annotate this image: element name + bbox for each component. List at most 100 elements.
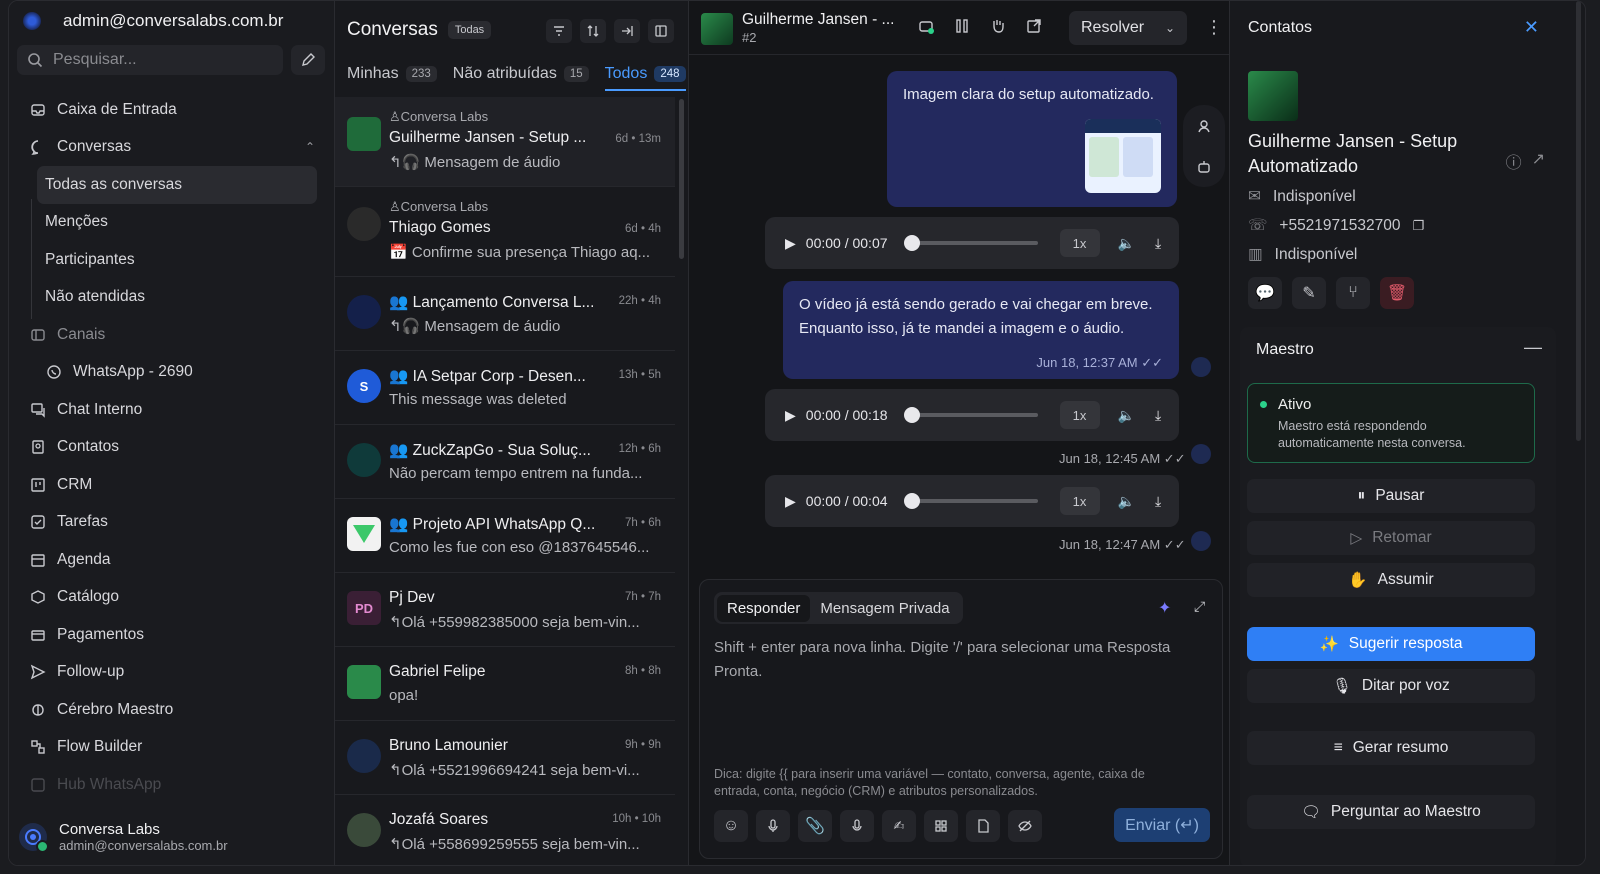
- scrollbar[interactable]: [1576, 1, 1581, 441]
- templates-button[interactable]: [924, 810, 958, 842]
- audio-seek-slider[interactable]: [903, 493, 1038, 509]
- bot-icon[interactable]: [1196, 159, 1212, 175]
- layout-button[interactable]: [648, 19, 674, 43]
- download-icon[interactable]: ⤓: [1155, 235, 1161, 252]
- sidebar-item-catalog[interactable]: Catálogo: [17, 579, 327, 617]
- volume-icon[interactable]: 🔈: [1118, 235, 1135, 252]
- conversation-item[interactable]: S 👥 IA Setpar Corp - Desen... 13h • 5h T…: [335, 351, 675, 425]
- compose-button[interactable]: [291, 45, 325, 75]
- merge-contact-button[interactable]: ⑂: [1336, 277, 1370, 309]
- sidebar-item-inbox[interactable]: Caixa de Entrada: [17, 91, 327, 129]
- edit-contact-button[interactable]: ✎: [1292, 277, 1326, 309]
- volume-icon[interactable]: 🔈: [1118, 493, 1135, 510]
- sidebar-item-hub-whatsapp[interactable]: Hub WhatsApp: [17, 766, 327, 804]
- sort-button[interactable]: [580, 19, 606, 43]
- conversation-item[interactable]: 👥 Lançamento Conversa L... 22h • 4h ↰🎧 M…: [335, 277, 675, 351]
- signature-button[interactable]: ✍: [882, 810, 916, 842]
- tab-unassigned[interactable]: Não atribuídas 15: [453, 65, 589, 91]
- sidebar-item-payments[interactable]: Pagamentos: [17, 616, 327, 654]
- message-input[interactable]: Shift + enter para nova linha. Digite '/…: [714, 636, 1204, 684]
- sidebar-item-calendar[interactable]: Agenda: [17, 541, 327, 579]
- play-icon[interactable]: ▶: [785, 493, 796, 510]
- user-profile[interactable]: Conversa Labs admin@conversalabs.com.br: [19, 821, 228, 853]
- sidebar-item-tasks[interactable]: Tarefas: [17, 504, 327, 542]
- sidebar-item-conversations[interactable]: Conversas ⌃: [17, 129, 327, 167]
- sidebar-item-contacts[interactable]: Contatos: [17, 429, 327, 467]
- attach-button[interactable]: 📎: [798, 810, 832, 842]
- play-icon[interactable]: ▶: [785, 407, 796, 424]
- dictate-button[interactable]: 🎙 Ditar por voz: [1247, 669, 1535, 703]
- conversation-item[interactable]: 👥 ZuckZapGo - Sua Soluç... 12h • 6h Não …: [335, 425, 675, 499]
- playback-speed-button[interactable]: 1x: [1059, 229, 1100, 257]
- more-menu-icon[interactable]: ⋮: [1205, 17, 1223, 38]
- download-icon[interactable]: ⤓: [1155, 493, 1161, 510]
- tab-mine[interactable]: Minhas 233: [347, 65, 437, 91]
- message-contact-button[interactable]: 💬: [1248, 277, 1282, 309]
- sidebar-item-internal-chat[interactable]: Chat Interno: [17, 391, 327, 429]
- user-icon[interactable]: [1196, 118, 1212, 134]
- play-icon[interactable]: ▶: [785, 235, 796, 252]
- hide-button[interactable]: [1008, 810, 1042, 842]
- resolve-button[interactable]: Resolver ⌄: [1069, 11, 1187, 45]
- tab-private-message[interactable]: Mensagem Privada: [810, 595, 959, 622]
- download-icon[interactable]: ⤓: [1155, 407, 1161, 424]
- tab-reply[interactable]: Responder: [717, 594, 811, 622]
- info-icon[interactable]: ⓘ: [1506, 149, 1522, 173]
- conversation-item[interactable]: ♙Conversa Labs Guilherme Jansen - Setup …: [335, 97, 675, 187]
- scrollbar[interactable]: [679, 99, 684, 259]
- sidebar-item-follow-up[interactable]: Follow-up: [17, 654, 327, 692]
- chevron-up-icon[interactable]: ⌃: [305, 140, 315, 154]
- sidebar-item-mentions[interactable]: Menções: [17, 204, 327, 242]
- audio-seek-slider[interactable]: [903, 235, 1038, 251]
- suggest-reply-button[interactable]: ✨ Sugerir resposta: [1247, 627, 1535, 661]
- sidebar-item-participants[interactable]: Participantes: [17, 241, 327, 279]
- collapse-button[interactable]: [614, 19, 640, 43]
- pause-icon[interactable]: [953, 17, 971, 35]
- conversation-item[interactable]: Gabriel Felipe 8h • 8h opa!: [335, 647, 675, 721]
- sidebar-item-crm[interactable]: CRM: [17, 466, 327, 504]
- document-button[interactable]: [966, 810, 1000, 842]
- playback-speed-button[interactable]: 1x: [1059, 401, 1100, 429]
- chat-contact-name[interactable]: Guilherme Jansen - ...: [742, 11, 894, 29]
- sidebar-item-unattended[interactable]: Não atendidas: [17, 279, 327, 317]
- conversation-item[interactable]: Bruno Lamounier 9h • 9h ↰Olá +5521996694…: [335, 721, 675, 795]
- generate-summary-button[interactable]: ≡ Gerar resumo: [1247, 731, 1535, 765]
- conversation-item[interactable]: PD Pj Dev 7h • 7h ↰Olá +559982385000 sej…: [335, 573, 675, 647]
- sparkle-icon[interactable]: ✦: [1158, 598, 1171, 618]
- external-link-icon[interactable]: [1025, 17, 1043, 35]
- pause-button[interactable]: ⏸ Pausar: [1247, 479, 1535, 513]
- conversation-item[interactable]: 👥 Projeto API WhatsApp Q... 7h • 6h Como…: [335, 499, 675, 573]
- sidebar-item-whatsapp[interactable]: WhatsApp - 2690: [17, 354, 327, 392]
- chevron-down-icon[interactable]: ⌄: [1165, 21, 1175, 35]
- ask-maestro-button[interactable]: 🗨 Perguntar ao Maestro: [1247, 795, 1535, 829]
- copy-icon[interactable]: ❐: [1413, 218, 1425, 234]
- emoji-button[interactable]: ☺: [714, 810, 748, 842]
- conversation-item[interactable]: Jozafá Soares 10h • 10h ↰Olá +5586992595…: [335, 795, 675, 865]
- expand-icon[interactable]: ⤢: [1194, 598, 1205, 615]
- filter-button[interactable]: [546, 19, 572, 43]
- image-thumbnail[interactable]: [1085, 119, 1161, 193]
- sidebar-item-all-conversations[interactable]: Todas as conversas: [37, 166, 317, 204]
- sidebar-item-maestro-brain[interactable]: Cérebro Maestro: [17, 691, 327, 729]
- sidebar-item-flow-builder[interactable]: Flow Builder: [17, 729, 327, 767]
- minus-icon[interactable]: —: [1524, 337, 1542, 358]
- volume-icon[interactable]: 🔈: [1118, 407, 1135, 424]
- bot-status-icon[interactable]: [917, 17, 935, 35]
- account-header[interactable]: admin@conversalabs.com.br: [23, 11, 283, 31]
- playback-speed-button[interactable]: 1x: [1059, 487, 1100, 515]
- close-icon[interactable]: ✕: [1524, 17, 1539, 38]
- external-link-icon[interactable]: ↗: [1532, 149, 1545, 173]
- conversation-item[interactable]: ♙Conversa Labs Thiago Gomes 6d • 4h 📅 Co…: [335, 187, 675, 277]
- audio-seek-slider[interactable]: [903, 407, 1038, 423]
- resume-button[interactable]: ▷ Retomar: [1247, 521, 1535, 555]
- voice-button[interactable]: [840, 810, 874, 842]
- microphone-button[interactable]: [756, 810, 790, 842]
- search-input[interactable]: Pesquisar...: [17, 45, 283, 75]
- filter-badge[interactable]: Todas: [447, 21, 492, 39]
- delete-contact-button[interactable]: 🗑: [1380, 277, 1414, 309]
- take-over-button[interactable]: ✋ Assumir: [1247, 563, 1535, 597]
- send-button[interactable]: Enviar (↵): [1114, 808, 1210, 842]
- tab-all[interactable]: Todos 248: [604, 65, 686, 91]
- hand-icon[interactable]: [989, 17, 1007, 35]
- sidebar-item-channels[interactable]: Canais: [17, 316, 327, 354]
